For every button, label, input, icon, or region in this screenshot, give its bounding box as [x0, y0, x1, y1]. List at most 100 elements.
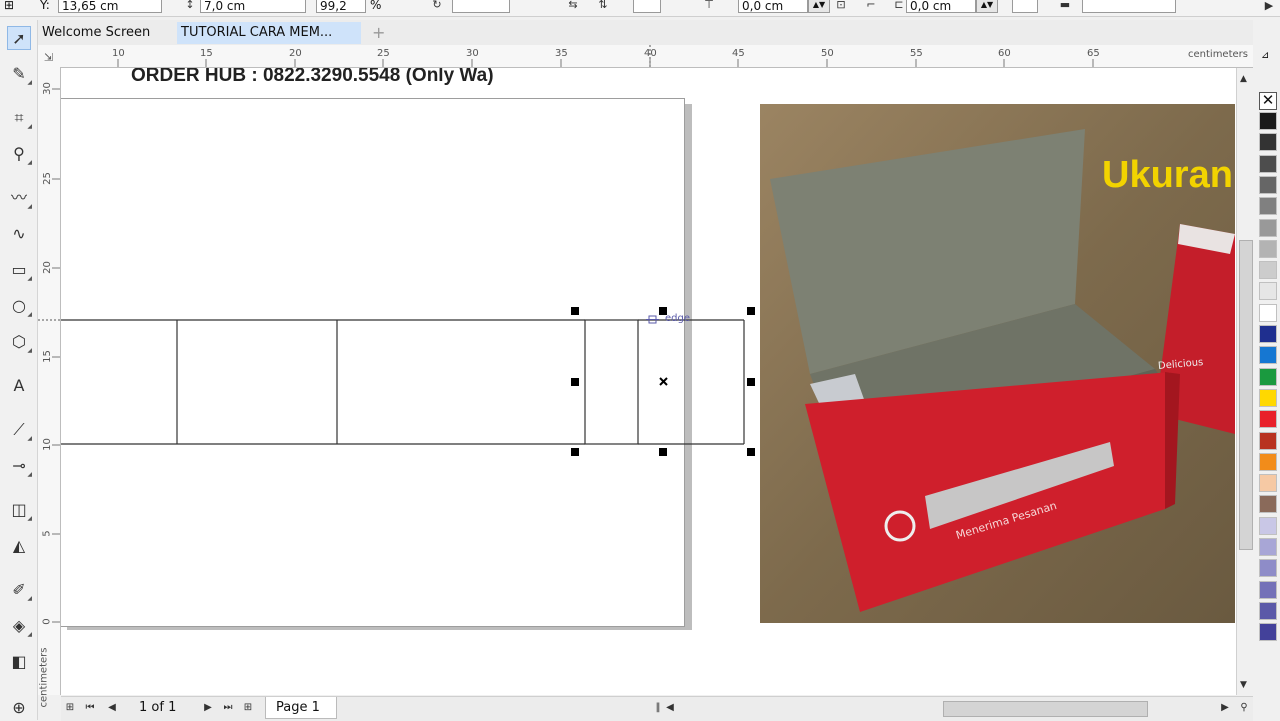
- height-field[interactable]: 7,0 cm: [200, 0, 306, 13]
- ruler-tick-label: 60: [998, 48, 1011, 59]
- outline-width-icon[interactable]: ▬: [1058, 0, 1072, 12]
- ruler-tick-label: 55: [910, 48, 923, 59]
- scroll-down-icon[interactable]: ▼: [1240, 680, 1247, 690]
- navigator-zoom-icon[interactable]: ⚲: [1237, 701, 1251, 715]
- color-swatch[interactable]: [1259, 346, 1277, 365]
- palette-pin-icon[interactable]: ⊿: [1261, 50, 1269, 61]
- ruler-unit-label: centimeters: [38, 647, 50, 708]
- color-swatch[interactable]: [1259, 601, 1277, 620]
- rotate-icon[interactable]: ↻: [430, 0, 444, 12]
- vertical-ruler[interactable]: 30 25 20 15 10 5 0 centimeters: [38, 67, 61, 707]
- color-swatch[interactable]: [1259, 175, 1277, 194]
- color-swatch[interactable]: [1259, 538, 1277, 556]
- polygon-tool-icon[interactable]: ⬡ ◢: [7, 330, 32, 354]
- reference-photo[interactable]: Menerima Pesanan Delicious Ukuran: [760, 104, 1235, 623]
- offset-y-spinner[interactable]: ▲▼: [976, 0, 998, 13]
- color-swatch[interactable]: [1259, 133, 1277, 152]
- anchor-icon[interactable]: ⊤: [702, 0, 716, 12]
- freehand-tool-icon[interactable]: 〰 ◢: [7, 186, 32, 210]
- offset-y-field[interactable]: 0,0 cm: [906, 0, 976, 13]
- color-swatch[interactable]: [1259, 474, 1277, 493]
- add-tab-button[interactable]: +: [368, 22, 389, 44]
- page-tab-page-1[interactable]: Page 1: [265, 697, 337, 719]
- color-swatch[interactable]: [1259, 239, 1277, 258]
- color-swatch[interactable]: [1259, 388, 1277, 407]
- color-swatch[interactable]: [1259, 516, 1277, 535]
- drawing-canvas[interactable]: ORDER HUB : 0822.3290.5548 (Only Wa) edg…: [61, 68, 1236, 695]
- color-swatch[interactable]: [1259, 154, 1277, 173]
- horizontal-scroll-thumb[interactable]: [943, 701, 1148, 717]
- pick-tool-icon[interactable]: ➚: [7, 26, 31, 50]
- color-swatch[interactable]: [1259, 580, 1277, 599]
- offset-x-field[interactable]: 0,0 cm: [738, 0, 808, 13]
- ruler-origin-icon[interactable]: ⇲: [44, 51, 53, 64]
- color-swatch[interactable]: [1259, 559, 1277, 578]
- color-swatch[interactable]: [1259, 303, 1277, 322]
- crop-tool-icon[interactable]: ⌗ ◢: [7, 106, 32, 130]
- scale-field[interactable]: 99,2: [316, 0, 366, 13]
- ellipse-tool-icon[interactable]: ○ ◢: [7, 294, 32, 318]
- transparency-tool-icon[interactable]: ◭: [7, 534, 31, 558]
- color-swatch[interactable]: [1259, 197, 1277, 216]
- outline-field[interactable]: [633, 0, 661, 13]
- color-swatch[interactable]: [1259, 218, 1277, 237]
- color-swatch[interactable]: [1259, 410, 1277, 429]
- tab-document[interactable]: TUTORIAL CARA MEM...: [177, 22, 361, 44]
- ruler-tick-label: 25: [377, 48, 390, 59]
- eyedropper-tool-icon[interactable]: ✐ ◢: [7, 578, 32, 602]
- color-swatch[interactable]: [1259, 495, 1277, 514]
- fill-tool-icon[interactable]: ◈ ◢: [7, 614, 32, 638]
- rectangle-tool-icon[interactable]: ▭ ◢: [7, 258, 32, 282]
- zoom-tool-icon[interactable]: ⚲ ◢: [7, 142, 32, 166]
- color-swatch[interactable]: [1259, 452, 1277, 471]
- connector-tool-icon[interactable]: ⊸ ◢: [7, 454, 32, 478]
- vertical-scrollbar[interactable]: ▲ ▼: [1236, 68, 1254, 695]
- scroll-left-icon[interactable]: ◀: [663, 701, 677, 715]
- mirror-h-icon[interactable]: ⇆: [566, 0, 580, 12]
- y-position-field[interactable]: 13,65 cm: [58, 0, 162, 13]
- vertical-ruler-ticks: [38, 88, 60, 623]
- selection-handles[interactable]: [566, 303, 766, 463]
- corner-round-icon[interactable]: ⊏: [892, 0, 906, 12]
- lock-icon[interactable]: ⊡: [834, 0, 848, 12]
- ruler-tick-label: 20: [289, 48, 302, 59]
- horizontal-ruler[interactable]: 10 15 20 25 30 35 40 45 50 55 60 65 cent…: [38, 45, 1253, 68]
- tab-welcome-screen[interactable]: Welcome Screen: [38, 22, 154, 44]
- scroll-up-icon[interactable]: ▲: [1240, 74, 1247, 84]
- shape-tool-icon[interactable]: ✎ ◢: [7, 62, 32, 86]
- add-page-after-icon[interactable]: ⊞: [241, 701, 255, 715]
- outline-width-field[interactable]: [1082, 0, 1176, 13]
- first-page-icon[interactable]: ⏮: [83, 701, 97, 715]
- color-swatch[interactable]: [1259, 623, 1277, 642]
- ruler-unit-label: centimeters: [1188, 49, 1248, 60]
- drop-shadow-tool-icon[interactable]: ◫ ◢: [7, 498, 32, 522]
- no-color-swatch[interactable]: ✕: [1259, 92, 1277, 110]
- ruler-tick-label: 30: [466, 48, 479, 59]
- vertical-scroll-thumb[interactable]: [1239, 240, 1253, 550]
- color-swatch[interactable]: [1259, 367, 1277, 386]
- add-page-icon[interactable]: ⊞: [63, 701, 77, 715]
- mirror-v-icon[interactable]: ⇅: [596, 0, 610, 12]
- dimension-tool-icon[interactable]: ⟋ ◢: [7, 418, 32, 442]
- ruler-tick-label: 15: [41, 350, 53, 363]
- corner-type-field[interactable]: [1012, 0, 1038, 13]
- offset-x-spinner[interactable]: ▲▼: [808, 0, 830, 13]
- rotation-field[interactable]: [452, 0, 510, 13]
- color-swatch[interactable]: [1259, 325, 1277, 343]
- color-swatch[interactable]: [1259, 431, 1277, 450]
- text-tool-icon[interactable]: A: [7, 374, 31, 398]
- last-page-icon[interactable]: ⏭: [221, 701, 235, 715]
- next-page-icon[interactable]: ▶: [201, 701, 215, 715]
- ruler-tick-label: 30: [41, 82, 53, 95]
- add-tool-icon[interactable]: ⊕: [7, 696, 31, 720]
- property-bar: ⊞ Y: 13,65 cm ↕ 7,0 cm 99,2 % ↻ ⇆ ⇅ ⊤ 0,…: [0, 0, 1280, 17]
- prev-page-icon[interactable]: ◀: [105, 701, 119, 715]
- smart-fill-tool-icon[interactable]: ◧: [7, 650, 31, 674]
- color-swatch[interactable]: [1259, 282, 1277, 301]
- artistic-media-icon[interactable]: ∿: [7, 222, 31, 246]
- corner-icon[interactable]: ⌐: [864, 0, 878, 12]
- color-swatch[interactable]: [1259, 112, 1277, 130]
- scroll-right-icon[interactable]: ▶: [1218, 701, 1232, 715]
- bar-expand-icon[interactable]: ▶: [1262, 0, 1276, 13]
- color-swatch[interactable]: [1259, 261, 1277, 280]
